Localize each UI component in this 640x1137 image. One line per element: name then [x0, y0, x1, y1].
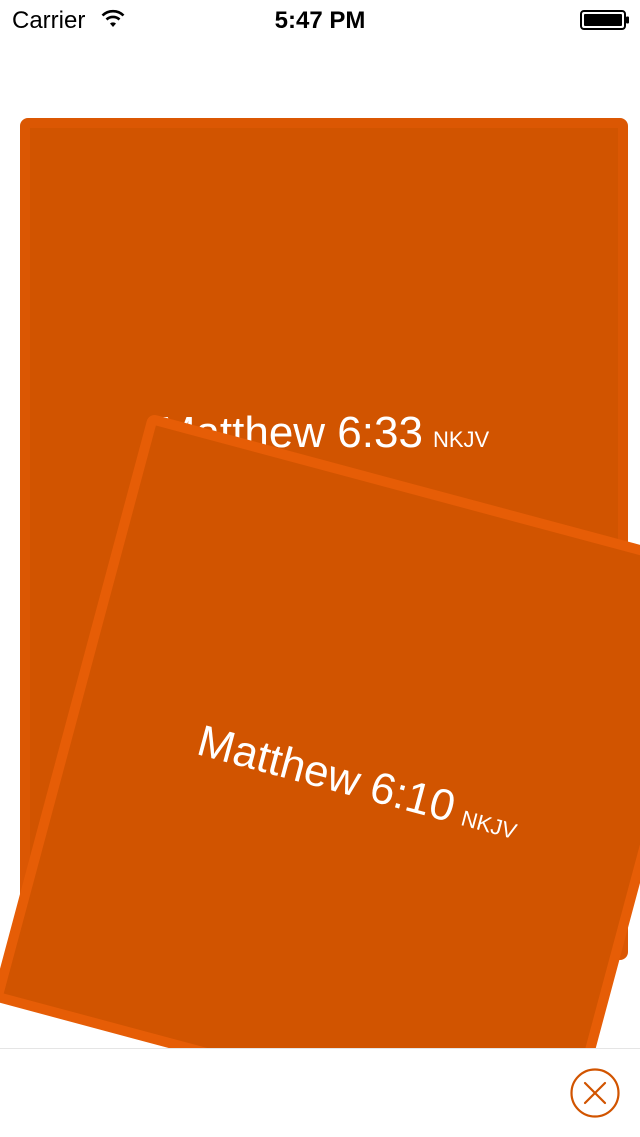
verse-reference: Matthew 6:10NKJV: [74, 684, 640, 881]
bottom-toolbar: [0, 1048, 640, 1137]
verse-version: NKJV: [432, 427, 490, 452]
close-button[interactable]: [570, 1068, 620, 1118]
verse-version: NKJV: [458, 805, 520, 845]
verse-reference: Matthew 6:33 NKJV: [30, 408, 618, 458]
verse-card-deck: Matthew 6:33 NKJV Matthew 6:10NKJV: [0, 0, 640, 1048]
close-circle-icon: [570, 1068, 620, 1118]
verse-reference-text: Matthew 6:10: [192, 716, 461, 832]
